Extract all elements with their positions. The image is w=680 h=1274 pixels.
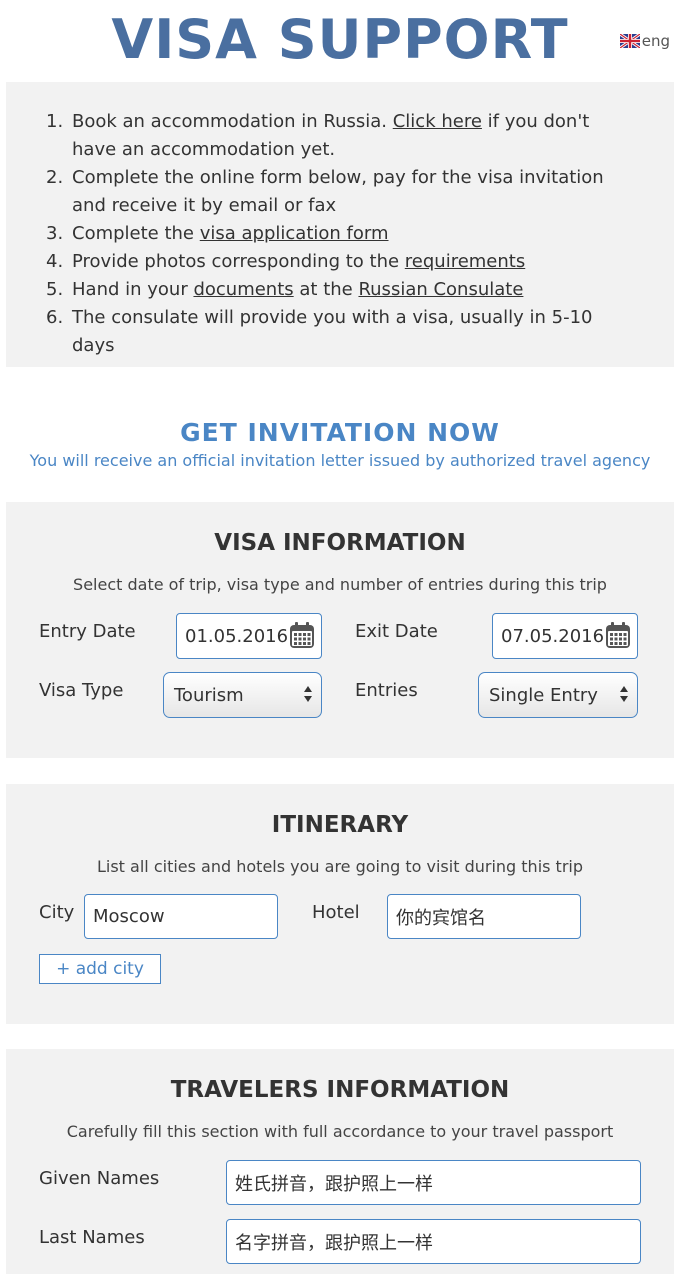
step-text: Hand in your <box>72 279 194 300</box>
step-item: 2. Complete the online form below, pay f… <box>46 164 634 220</box>
language-label[interactable]: eng <box>642 32 670 50</box>
exit-date-value[interactable]: 07.05.2016 <box>501 626 604 647</box>
header: VISA SUPPORT eng <box>0 0 680 80</box>
step-number: 6. <box>46 307 64 328</box>
hotel-value[interactable]: 你的宾馆名 <box>396 904 486 930</box>
section-subtitle: Select date of trip, visa type and numbe… <box>73 575 607 594</box>
given-names-value[interactable]: 姓氏拼音，跟护照上一样 <box>235 1170 433 1196</box>
visa-type-select[interactable]: Tourism <box>163 672 322 718</box>
given-names-input[interactable]: 姓氏拼音，跟护照上一样 <box>226 1160 641 1205</box>
step-item: 5. Hand in your documents at the Russian… <box>46 276 634 304</box>
section-title: VISA INFORMATION <box>214 530 466 556</box>
visa-application-form-link[interactable]: visa application form <box>200 223 389 244</box>
select-arrows-icon <box>304 686 312 702</box>
exit-date-field[interactable]: 07.05.2016 <box>492 613 638 659</box>
hotel-label: Hotel <box>312 902 360 923</box>
step-text: Book an accommodation in Russia. <box>72 111 393 132</box>
step-text: Complete the online form below, pay for … <box>72 167 604 216</box>
city-value[interactable]: Moscow <box>93 906 165 927</box>
cta-title: GET INVITATION NOW <box>180 418 500 447</box>
russian-consulate-link[interactable]: Russian Consulate <box>358 279 523 300</box>
last-names-value[interactable]: 名字拼音，跟护照上一样 <box>235 1229 433 1255</box>
travelers-information-section: TRAVELERS INFORMATION Carefully fill thi… <box>6 1049 674 1274</box>
step-number: 5. <box>46 279 64 300</box>
calendar-icon[interactable] <box>289 621 315 649</box>
city-input[interactable]: Moscow <box>84 894 278 939</box>
step-item: 4. Provide photos corresponding to the r… <box>46 248 634 276</box>
step-item: 6. The consulate will provide you with a… <box>46 304 634 360</box>
section-title: TRAVELERS INFORMATION <box>170 1077 510 1103</box>
step-text: The consulate will provide you with a vi… <box>72 307 593 356</box>
click-here-link[interactable]: Click here <box>393 111 482 132</box>
given-names-label: Given Names <box>39 1168 160 1189</box>
step-text: Complete the <box>72 223 200 244</box>
last-names-label: Last Names <box>39 1227 145 1248</box>
entries-value[interactable]: Single Entry <box>489 685 598 706</box>
step-item: 1. Book an accommodation in Russia. Clic… <box>46 108 634 164</box>
entries-label: Entries <box>355 680 418 701</box>
visa-type-value[interactable]: Tourism <box>174 685 244 706</box>
add-city-button[interactable]: + add city <box>39 954 161 984</box>
step-number: 1. <box>46 111 64 132</box>
step-text: Provide photos corresponding to the <box>72 251 405 272</box>
entry-date-label: Entry Date <box>39 621 136 642</box>
calendar-icon[interactable] <box>605 621 631 649</box>
hotel-input[interactable]: 你的宾馆名 <box>387 894 581 939</box>
uk-flag-icon <box>619 34 640 48</box>
requirements-link[interactable]: requirements <box>405 251 525 272</box>
entries-select[interactable]: Single Entry <box>478 672 638 718</box>
section-title: ITINERARY <box>271 812 409 838</box>
page-title: VISA SUPPORT <box>111 8 569 71</box>
visa-information-section: VISA INFORMATION Select date of trip, vi… <box>6 502 674 758</box>
step-number: 4. <box>46 251 64 272</box>
steps-list: 1. Book an accommodation in Russia. Clic… <box>6 82 674 360</box>
cta-subtitle: You will receive an official invitation … <box>29 451 651 470</box>
steps-panel: 1. Book an accommodation in Russia. Clic… <box>6 82 674 367</box>
section-subtitle: Carefully fill this section with full ac… <box>66 1122 614 1141</box>
language-switcher[interactable]: eng <box>619 32 670 50</box>
documents-link[interactable]: documents <box>193 279 293 300</box>
entry-date-field[interactable]: 01.05.2016 <box>176 613 322 659</box>
entry-date-value[interactable]: 01.05.2016 <box>185 626 288 647</box>
exit-date-label: Exit Date <box>355 621 438 642</box>
last-names-input[interactable]: 名字拼音，跟护照上一样 <box>226 1219 641 1264</box>
visa-type-label: Visa Type <box>39 680 124 701</box>
select-arrows-icon <box>620 686 628 702</box>
section-subtitle: List all cities and hotels you are going… <box>96 857 584 876</box>
city-label: City <box>39 902 75 923</box>
step-text: at the <box>293 279 359 300</box>
step-item: 3. Complete the visa application form <box>46 220 634 248</box>
step-number: 3. <box>46 223 64 244</box>
step-number: 2. <box>46 167 64 188</box>
itinerary-section: ITINERARY List all cities and hotels you… <box>6 784 674 1024</box>
